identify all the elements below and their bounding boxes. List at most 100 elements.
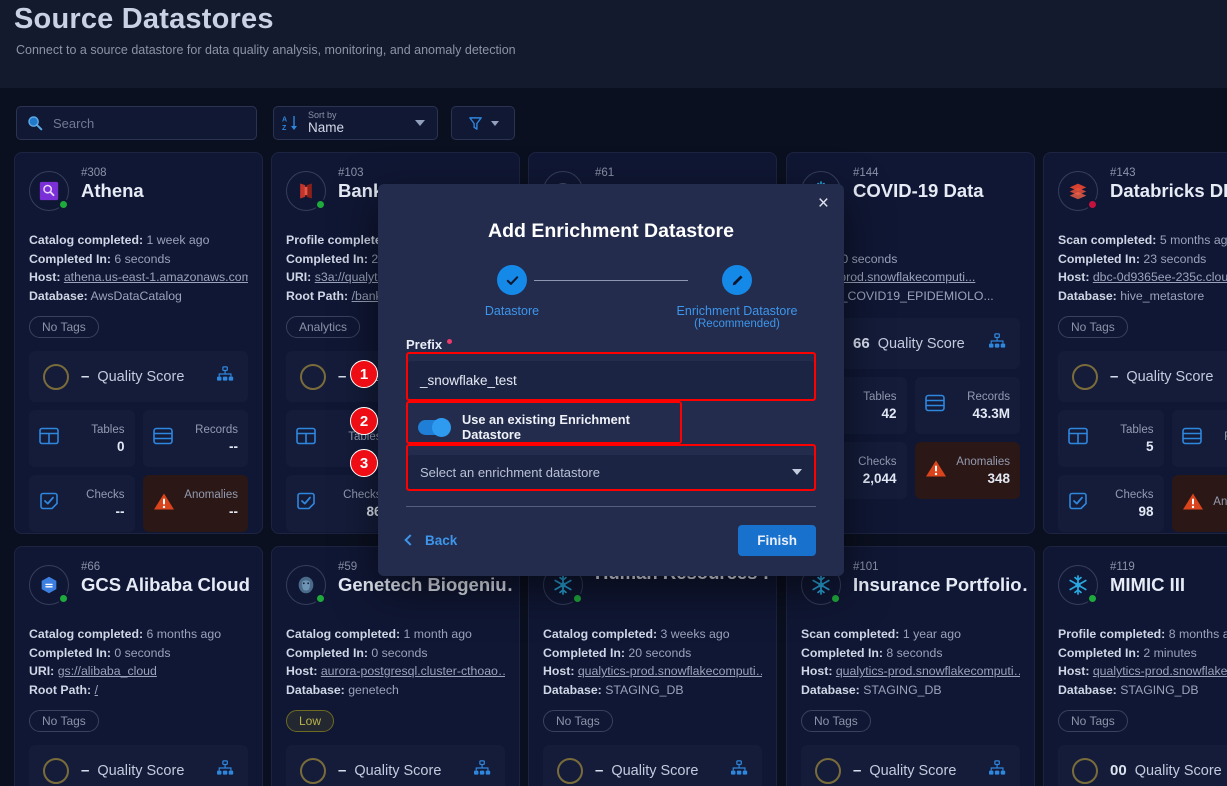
- quality-score-ring: [300, 757, 326, 784]
- stat-value: 348: [987, 470, 1010, 486]
- stat-tile: Checks 98: [1058, 475, 1164, 532]
- back-button[interactable]: Back: [404, 533, 457, 548]
- card-name: Insurance Portfolio…: [853, 574, 1028, 595]
- card-meta-link[interactable]: aurora-postgresql.cluster-cthoao…: [321, 664, 505, 678]
- card-meta-link[interactable]: s3a://qualytic: [315, 270, 387, 284]
- lineage-button[interactable]: [216, 760, 234, 781]
- card-meta-link[interactable]: athena.us-east-1.amazonaws.com: [64, 270, 248, 284]
- card-tag[interactable]: No Tags: [801, 710, 871, 732]
- card-meta-link[interactable]: dbc-0d9365ee-235c.cloud: [1093, 270, 1227, 284]
- stat-value: 5: [1145, 438, 1154, 454]
- stat-tile: Checks --: [29, 475, 135, 532]
- quality-score-value: –: [81, 762, 90, 779]
- quality-score-label: Quality Score: [97, 762, 185, 779]
- card-meta-key: Completed In:: [543, 645, 625, 660]
- card-meta-key: Host:: [543, 664, 575, 678]
- quality-score-panel: –Quality Score: [29, 745, 248, 786]
- card-tag[interactable]: Low: [286, 710, 335, 732]
- card-meta-link[interactable]: qualytics-prod.snowflake: [1093, 664, 1227, 678]
- chevron-down-icon: [490, 120, 499, 126]
- card-meta-link[interactable]: qualytics-prod.snowflakecomputi…: [578, 664, 762, 678]
- card-meta-value: STAGING_DB: [1120, 682, 1199, 697]
- card-name: Genetech Biogeniu…: [338, 574, 513, 595]
- card-tag[interactable]: No Tags: [1058, 316, 1128, 338]
- stat-text: Checks --: [86, 489, 124, 519]
- card-meta-key: Database:: [543, 682, 602, 697]
- prefix-input[interactable]: _snowflake_test: [408, 361, 814, 399]
- lineage-button[interactable]: [988, 333, 1006, 354]
- card-tag[interactable]: No Tags: [1058, 710, 1128, 732]
- card-meta-value: 0 seconds: [841, 251, 898, 266]
- quality-score-label: Quality Score: [97, 368, 185, 385]
- anomalies-icon: [153, 493, 174, 509]
- annotation-badge-3: 3: [350, 449, 378, 477]
- prefix-label: Prefix: [406, 337, 816, 352]
- sort-by-select[interactable]: A Z Sort by Name: [273, 106, 438, 140]
- modal-footer: Back Finish: [404, 520, 816, 560]
- card-meta-link[interactable]: gs://alibaba_cloud: [58, 664, 157, 678]
- card-meta-link[interactable]: /: [95, 683, 98, 697]
- card-meta-key: Host:: [1058, 270, 1090, 284]
- card-identity: #119 MIMIC III: [1110, 561, 1185, 596]
- datastore-card[interactable]: Human Resources …Catalog completed: 3 we…: [528, 546, 777, 786]
- card-meta-key: Root Path:: [286, 288, 349, 303]
- prefix-label-text: Prefix: [406, 337, 443, 352]
- card-identity: #61: [595, 167, 614, 180]
- stat-label: Records: [967, 390, 1010, 403]
- step-enrichment-label: Enrichment Datastore: [676, 304, 798, 318]
- filter-button[interactable]: [451, 106, 515, 140]
- datastore-card[interactable]: #66 GCS Alibaba Cloud Catalog completed: 6…: [14, 546, 263, 786]
- step-datastore-circle: [497, 265, 527, 295]
- close-icon[interactable]: ×: [818, 194, 829, 213]
- card-meta-row: Scan completed: 5 months ago: [1058, 231, 1227, 250]
- lineage-tree-icon: [217, 366, 234, 381]
- card-id: #119: [1110, 561, 1135, 573]
- lineage-button[interactable]: [216, 366, 234, 387]
- datastore-card[interactable]: #143Databricks DLT Scan completed: 5 mont…: [1043, 152, 1227, 534]
- card-meta-row: Database: STAGING_DB: [1058, 681, 1227, 700]
- card-meta-value: 1 month ago: [403, 627, 472, 641]
- status-dot-green: [58, 593, 69, 604]
- card-meta-value: genetech: [348, 682, 399, 697]
- stat-icon-wrap: [1182, 492, 1204, 516]
- card-meta-key: Database:: [1058, 288, 1117, 303]
- datastore-card[interactable]: #101 Insurance Portfolio… Scan completed: …: [786, 546, 1035, 786]
- card-meta-key: Root Path:: [29, 682, 92, 697]
- card-meta: Profile completed: 8 months agoCompleted…: [1058, 625, 1227, 699]
- status-dot-green: [58, 199, 69, 210]
- card-meta-key: Profile completed:: [1058, 627, 1166, 641]
- use-existing-toggle-row[interactable]: Use an existing Enrichment Datastore: [408, 412, 680, 442]
- card-identity: #101 Insurance Portfolio…: [853, 561, 1028, 596]
- datastore-card[interactable]: #308 Athena Catalog completed: 1 week ago C…: [14, 152, 263, 534]
- card-name: MIMIC III: [1110, 574, 1186, 595]
- datastore-card[interactable]: #59 Genetech Biogeniu… Catalog completed: …: [271, 546, 520, 786]
- card-meta-row: Completed In: 8 seconds: [801, 644, 1020, 663]
- card-meta-value: 1 year ago: [902, 627, 961, 641]
- step-datastore[interactable]: Datastore: [437, 265, 587, 318]
- step-enrichment-datastore[interactable]: Enrichment Datastore (Recommended): [662, 265, 812, 330]
- card-tag[interactable]: No Tags: [29, 710, 99, 732]
- datastore-card[interactable]: #119 MIMIC III Profile completed: 8 months…: [1043, 546, 1227, 786]
- quality-score-value: 66: [853, 335, 870, 352]
- card-id: #66: [81, 561, 101, 573]
- use-existing-toggle[interactable]: [418, 417, 451, 437]
- card-meta-link[interactable]: qualytics-prod.snowflakecomputi…: [836, 664, 1020, 678]
- quality-score-value: –: [338, 368, 347, 385]
- stat-value: --: [115, 503, 125, 519]
- stat-tile: Anomalies --: [142, 475, 248, 532]
- card-meta-row: Catalog completed: 1 week ago: [29, 231, 248, 250]
- stat-value: --: [229, 503, 238, 519]
- card-tag[interactable]: No Tags: [543, 710, 613, 732]
- card-avatar: [286, 565, 326, 605]
- card-tag[interactable]: Analytics: [286, 316, 361, 338]
- card-tag[interactable]: No Tags: [29, 316, 99, 338]
- stat-text: Checks 98: [1115, 489, 1153, 519]
- search-input[interactable]: Search: [16, 106, 257, 140]
- finish-button[interactable]: Finish: [738, 524, 816, 556]
- card-id: #101: [853, 561, 879, 573]
- lineage-button[interactable]: [730, 760, 748, 781]
- lineage-button[interactable]: [988, 760, 1006, 781]
- card-id: #103: [338, 167, 364, 179]
- enrichment-datastore-select[interactable]: Select an enrichment datastore: [408, 455, 814, 489]
- lineage-button[interactable]: [473, 760, 491, 781]
